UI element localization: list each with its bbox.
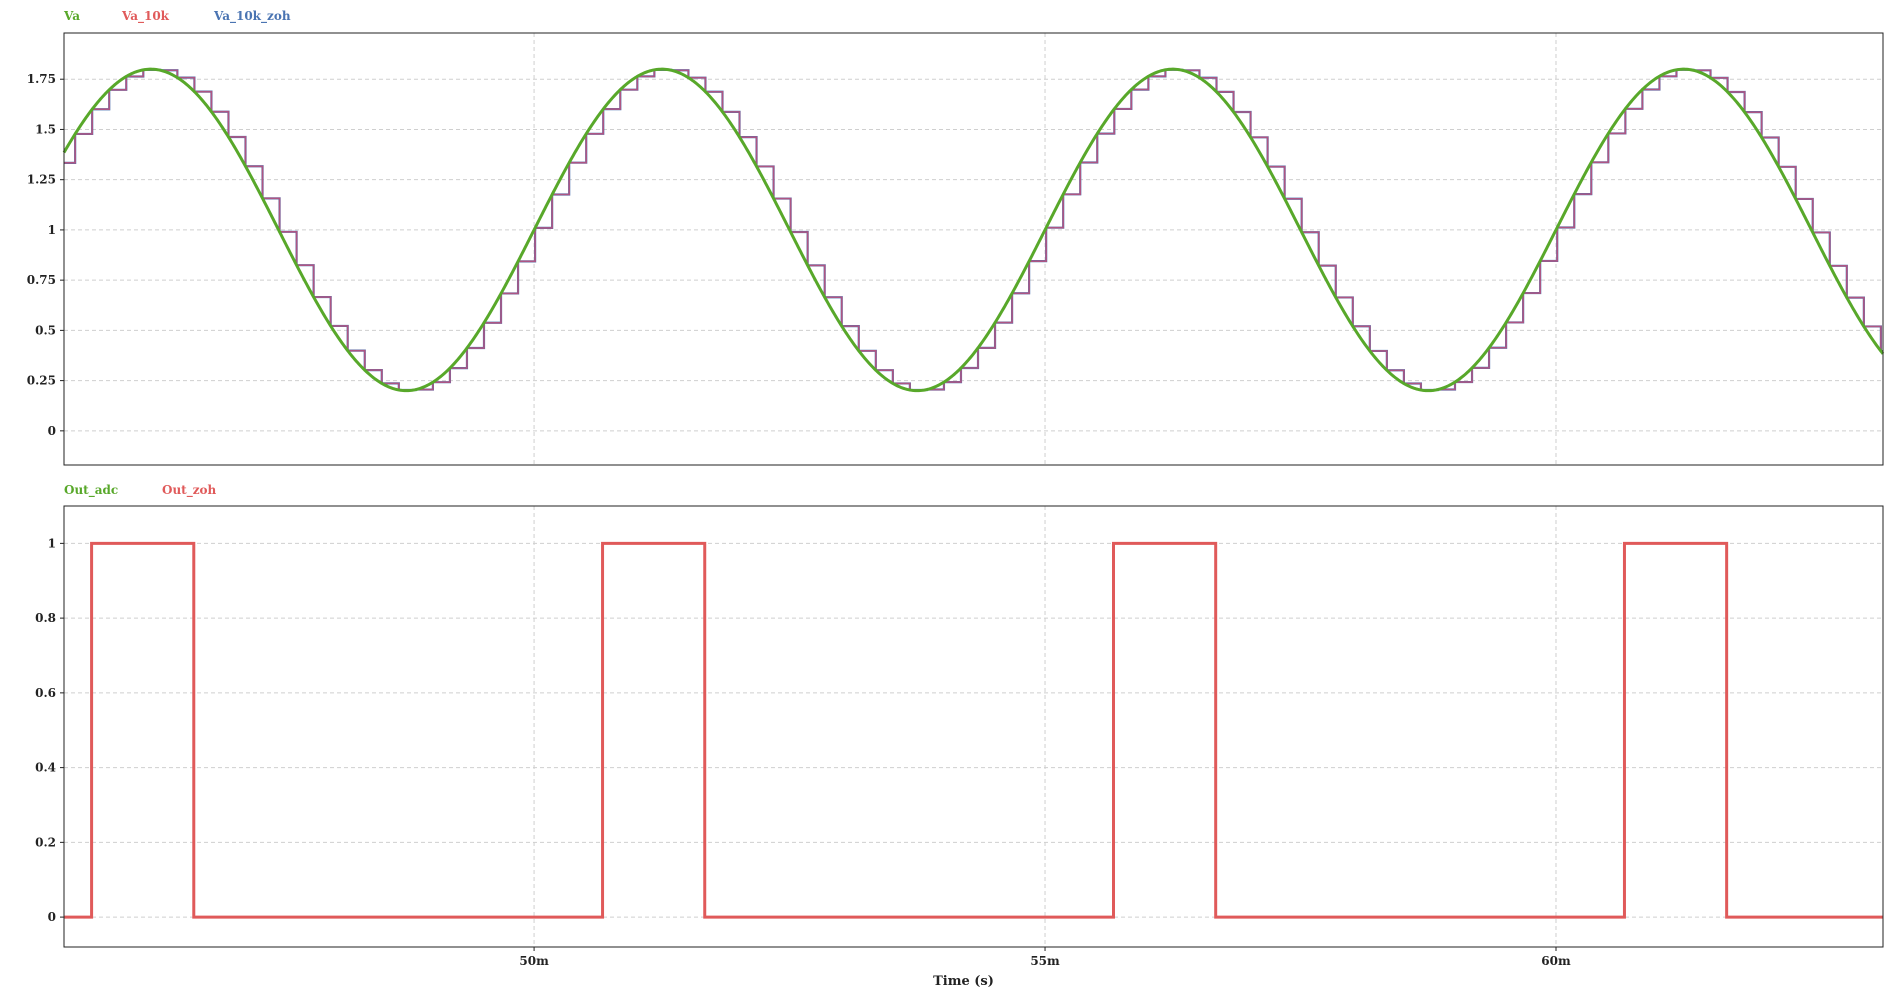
top-legend: Va Va_10k Va_10k_zoh	[63, 9, 291, 24]
legend-va-10k[interactable]: Va_10k	[121, 9, 170, 24]
y-tick-label: 1.25	[27, 173, 56, 187]
top-y-axis-ticks: 0 0.25 0.5 0.75 1 1.25 1.5 1.75	[27, 72, 64, 438]
x-tick-label: 55m	[1030, 954, 1060, 968]
top-series	[62, 67, 1885, 393]
bottom-y-axis-ticks: 0 0.2 0.4 0.6 0.8 1	[35, 536, 64, 924]
y-tick-label: 0.6	[35, 686, 56, 700]
series-out-zoh	[64, 541, 1883, 919]
top-panel: Va Va_10k Va_10k_zoh 0 0.25 0.5 0.75 1 1.25 1.5 1…	[27, 9, 1885, 466]
bottom-panel: Out_adc Out_zoh 00.20.40.60.81 50m 55m 60m …	[35, 483, 1884, 989]
y-tick-label: 0.25	[27, 374, 56, 388]
y-tick-label: 0.2	[35, 835, 56, 849]
y-tick-label: 1	[48, 223, 56, 237]
y-tick-label: 0.8	[35, 611, 56, 625]
bottom-legend: Out_adc Out_zoh	[64, 483, 217, 498]
legend-va-10k-zoh[interactable]: Va_10k_zoh	[213, 9, 291, 24]
waveform-viewer: Va Va_10k Va_10k_zoh 0 0.25 0.5 0.75 1 1.25 1.5 1…	[0, 0, 1886, 991]
top-grid	[64, 33, 1883, 465]
y-tick-label: 1.5	[35, 122, 56, 136]
bottom-grid	[64, 506, 1883, 947]
x-tick-label: 50m	[519, 954, 549, 968]
top-plot-frame	[63, 32, 1884, 466]
legend-out-zoh[interactable]: Out_zoh	[162, 483, 217, 498]
bottom-series	[64, 541, 1883, 919]
y-tick-label: 0.5	[35, 323, 56, 337]
waveform-chart: Va Va_10k Va_10k_zoh 0 0.25 0.5 0.75 1 1.25 1.5 1…	[27, 9, 1885, 989]
y-tick-label: 0	[48, 910, 56, 924]
x-axis-ticks: 50m 55m 60m	[519, 947, 1571, 968]
series-va-10k-zoh	[64, 68, 1883, 392]
bottom-plot-frame	[63, 505, 1884, 948]
legend-va[interactable]: Va	[63, 9, 80, 23]
y-tick-label: 0.4	[35, 761, 56, 775]
y-tick-label: 0.75	[27, 273, 56, 287]
y-tick-label: 1	[48, 536, 56, 550]
x-axis-title: Time (s)	[933, 974, 994, 989]
y-tick-label: 0	[48, 424, 56, 438]
legend-out-adc[interactable]: Out_adc	[64, 483, 118, 498]
x-tick-label: 60m	[1541, 954, 1571, 968]
y-tick-label: 1.75	[27, 72, 56, 86]
series-va	[62, 67, 1885, 393]
series-va-10k	[64, 69, 1883, 391]
